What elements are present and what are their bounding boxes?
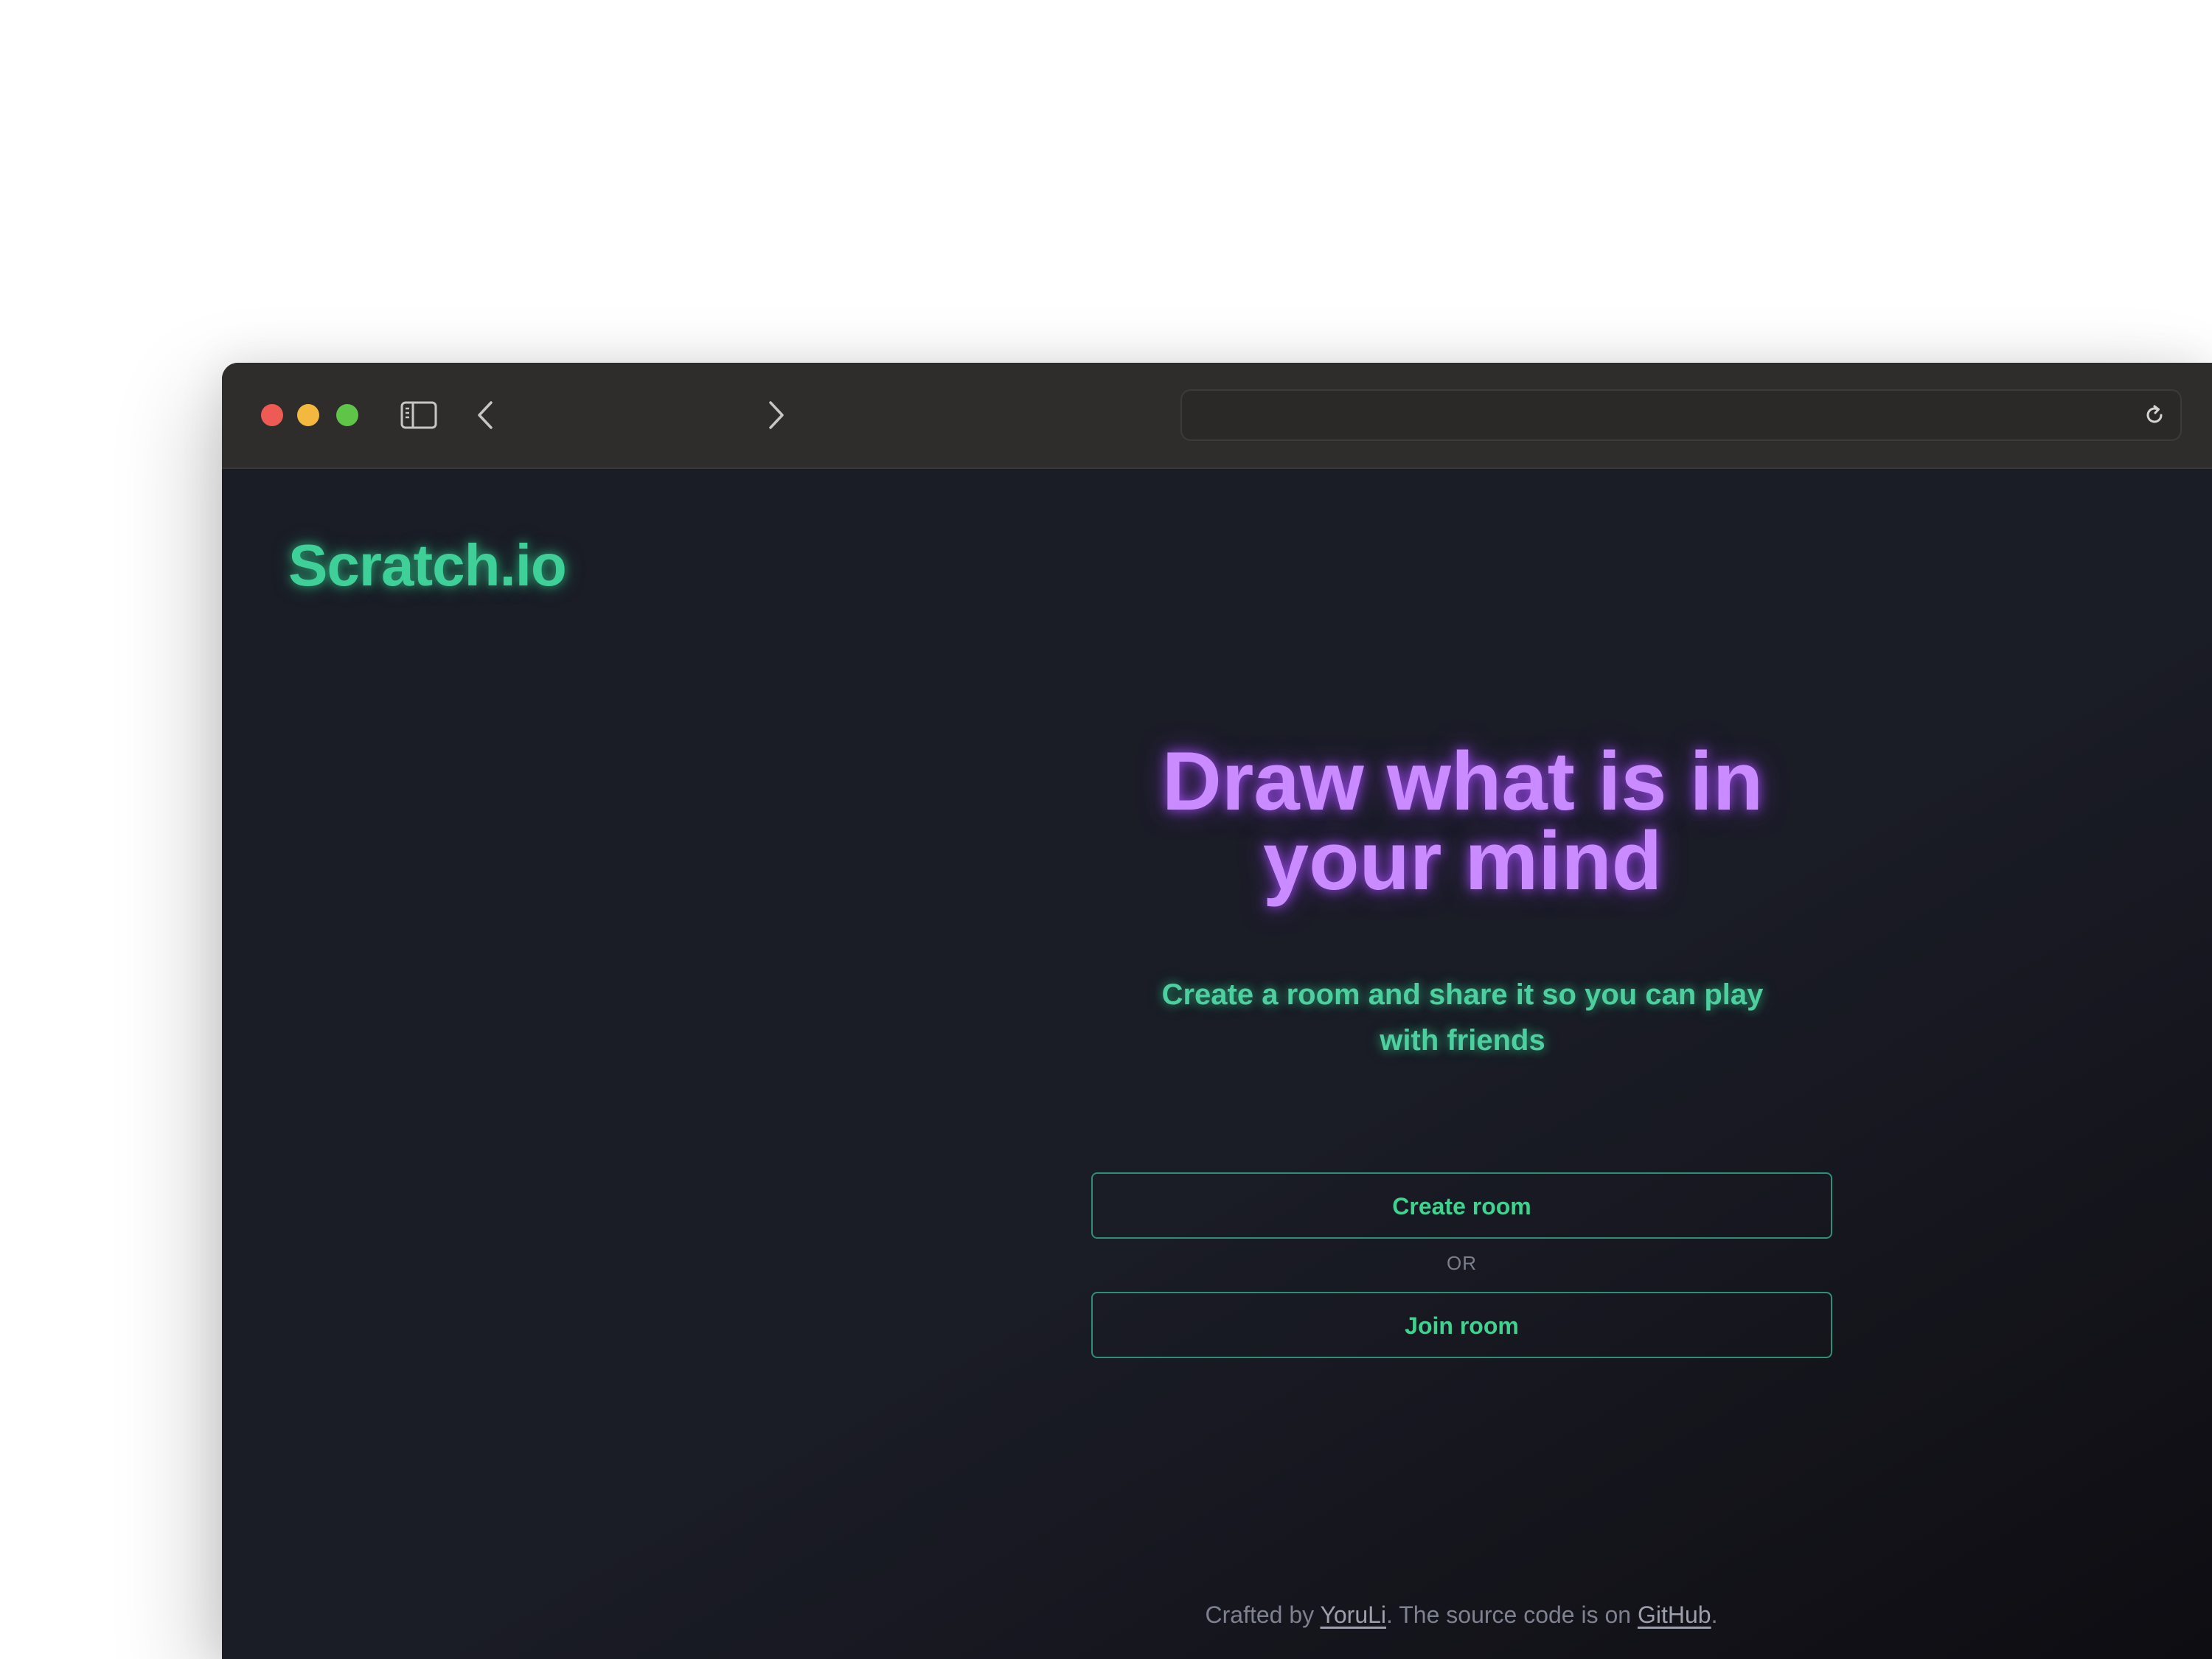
hero-headline: Draw what is in your mind [1092, 735, 1833, 907]
hero-subtitle-line1: Create a room and share it so you can pl… [1161, 978, 1764, 1011]
close-window-button[interactable] [261, 404, 283, 426]
hero-subtitle: Create a room and share it so you can pl… [1092, 972, 1833, 1063]
or-divider: OR [1447, 1252, 1477, 1274]
footer-credits: Crafted by YoruLi. The source code is on… [1166, 1601, 1756, 1629]
browser-toolbar [222, 363, 2212, 469]
chevron-right-icon[interactable] [768, 400, 785, 430]
minimize-window-button[interactable] [297, 404, 319, 426]
create-room-button[interactable]: Create room [1091, 1172, 1832, 1239]
chevron-left-icon[interactable] [476, 400, 494, 430]
footer-middle: . The source code is on [1386, 1601, 1638, 1628]
sidebar-toggle-icon[interactable] [400, 401, 437, 429]
hero-headline-line1: Draw what is in [1161, 735, 1764, 827]
maximize-window-button[interactable] [336, 404, 358, 426]
page-content: Scratch.io Draw what is in your mind Cre… [222, 469, 2212, 1659]
hero-headline-line2: your mind [1262, 815, 1663, 907]
join-room-button[interactable]: Join room [1091, 1292, 1832, 1358]
hero-subtitle-line2: with friends [1380, 1024, 1545, 1057]
footer-suffix: . [1711, 1601, 1718, 1628]
reload-icon[interactable] [2143, 404, 2166, 426]
author-link[interactable]: YoruLi [1320, 1601, 1386, 1628]
site-logo[interactable]: Scratch.io [288, 532, 567, 599]
github-link[interactable]: GitHub [1638, 1601, 1711, 1628]
browser-window: Scratch.io Draw what is in your mind Cre… [222, 363, 2212, 1659]
footer-prefix: Crafted by [1205, 1601, 1321, 1628]
address-bar[interactable] [1180, 389, 2182, 441]
